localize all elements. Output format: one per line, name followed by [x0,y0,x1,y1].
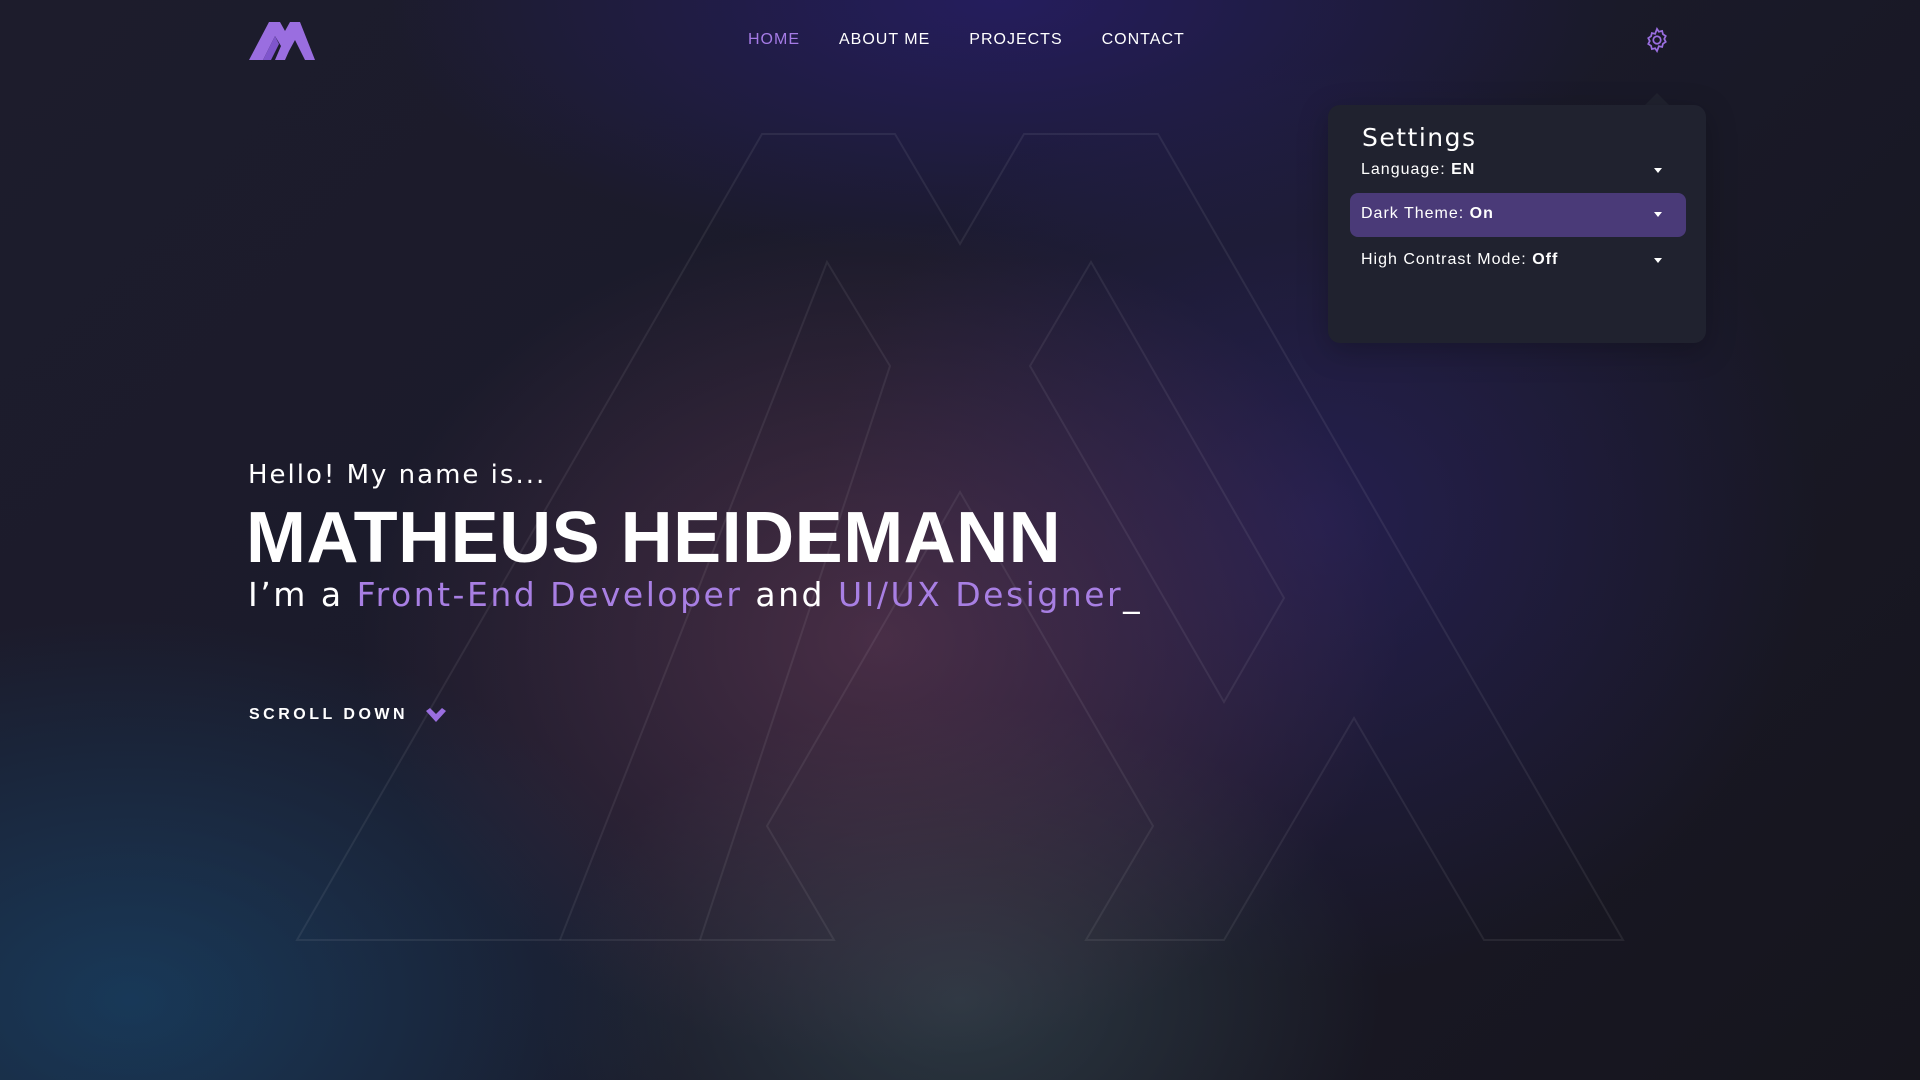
gear-icon[interactable] [1643,26,1671,54]
hero-tagline: I’m a Front-End Developer and UI/UX Desi… [248,575,1142,614]
scroll-down-label: SCROLL DOWN [249,706,409,723]
site-header: HOME ABOUT ME PROJECTS CONTACT [0,0,1920,80]
language-label: Language: EN [1361,161,1476,178]
settings-panel-caret [1645,93,1669,105]
nav-projects-link[interactable]: PROJECTS [969,28,1062,52]
nav-contact-link[interactable]: CONTACT [1102,28,1185,52]
high-contrast-select[interactable]: High Contrast Mode: Off [1350,239,1686,283]
hero-greeting: Hello! My name is... [248,460,547,490]
dark-theme-value: On [1469,205,1494,222]
nav-home-link[interactable]: HOME [748,28,800,52]
dark-theme-select[interactable]: Dark Theme: On [1350,193,1686,237]
main-nav: HOME ABOUT ME PROJECTS CONTACT [748,28,1224,52]
high-contrast-value: Off [1532,251,1559,268]
settings-panel: Settings Language: EN Dark Theme: On Hig… [1328,105,1706,343]
chevron-down-icon [426,708,447,722]
tagline-prefix: I’m a [248,575,344,614]
caret-down-icon [1654,168,1662,173]
m-monogram-logo-icon[interactable] [249,20,315,60]
hero-name: MATHEUS HEIDEMANN [246,498,1062,578]
caret-down-icon [1654,212,1662,217]
role-front-end-developer: Front-End Developer [356,575,743,614]
role-ui-ux-designer: UI/UX Designer [838,575,1124,614]
language-value: EN [1451,161,1476,178]
language-select[interactable]: Language: EN [1350,149,1686,193]
tagline-conjunction: and [755,575,825,614]
dark-theme-label: Dark Theme: On [1361,205,1494,222]
caret-down-icon [1654,258,1662,263]
typing-cursor: _ [1123,575,1143,614]
settings-title: Settings [1362,123,1477,152]
scroll-down-button[interactable]: SCROLL DOWN [249,706,447,724]
high-contrast-label: High Contrast Mode: Off [1361,251,1559,268]
nav-about-me-link[interactable]: ABOUT ME [839,28,930,52]
